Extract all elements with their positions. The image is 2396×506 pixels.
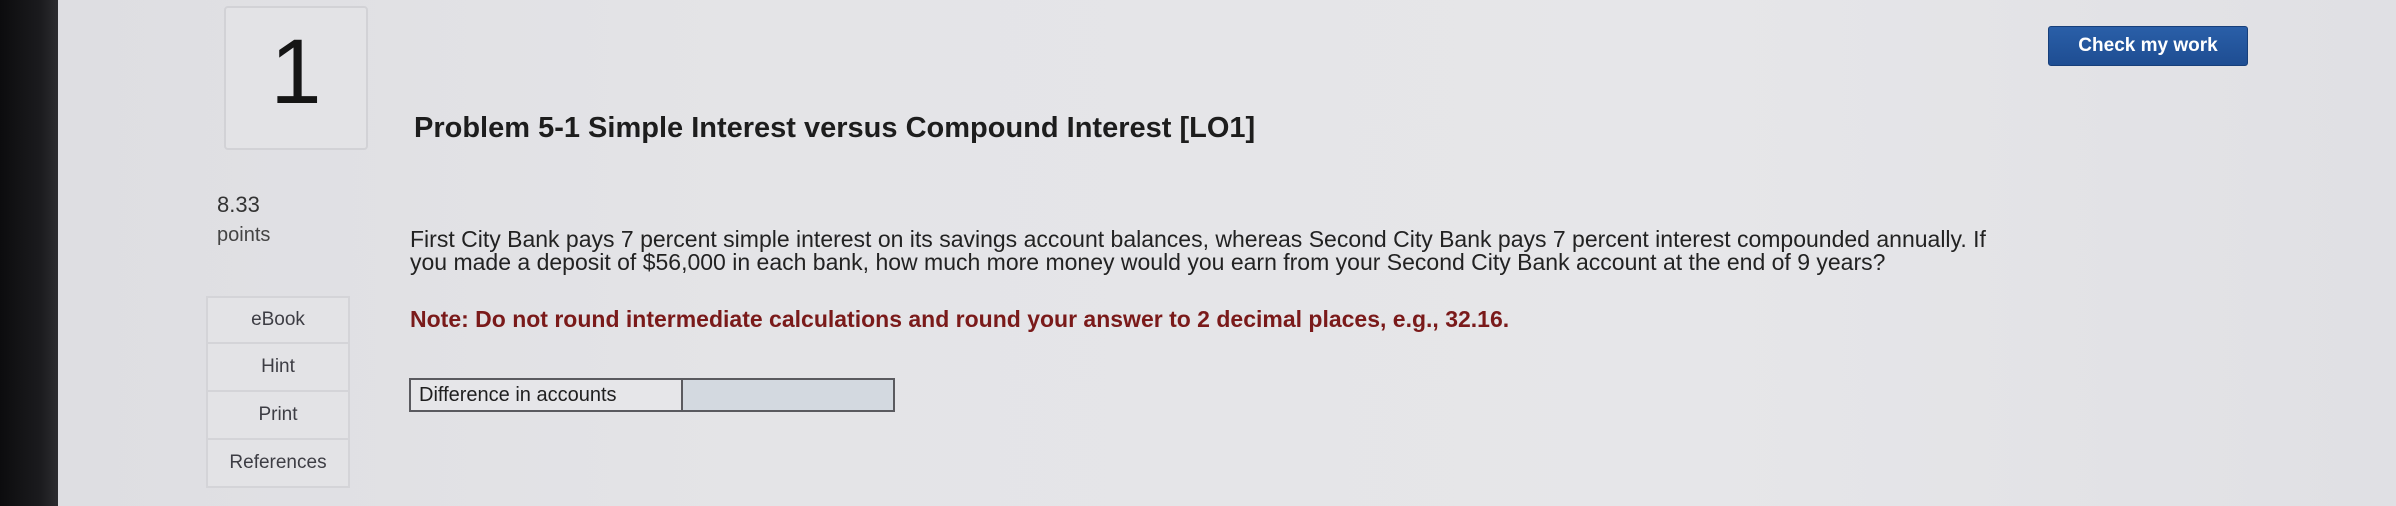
answer-input-wrap <box>683 380 893 410</box>
answer-label: Difference in accounts <box>411 380 683 410</box>
answer-input[interactable] <box>683 380 893 410</box>
references-link[interactable]: References <box>206 440 350 488</box>
problem-title: Problem 5-1 Simple Interest versus Compo… <box>414 112 1256 144</box>
question-number: 1 <box>270 21 322 123</box>
print-link[interactable]: Print <box>206 392 350 440</box>
points-label: points <box>217 224 271 246</box>
hint-link[interactable]: Hint <box>206 344 350 392</box>
points-value: 8.33 <box>217 192 260 217</box>
answer-row: Difference in accounts <box>409 378 895 412</box>
question-text: First City Bank pays 7 percent simple in… <box>410 226 1986 275</box>
check-my-work-button[interactable]: Check my work <box>2048 26 2248 66</box>
screen-bezel <box>0 0 58 506</box>
question-number-box: 1 <box>224 6 368 150</box>
resource-menu: eBook Hint Print References <box>206 296 350 488</box>
ebook-link[interactable]: eBook <box>206 296 350 344</box>
rounding-note: Note: Do not round intermediate calculat… <box>410 306 1510 332</box>
